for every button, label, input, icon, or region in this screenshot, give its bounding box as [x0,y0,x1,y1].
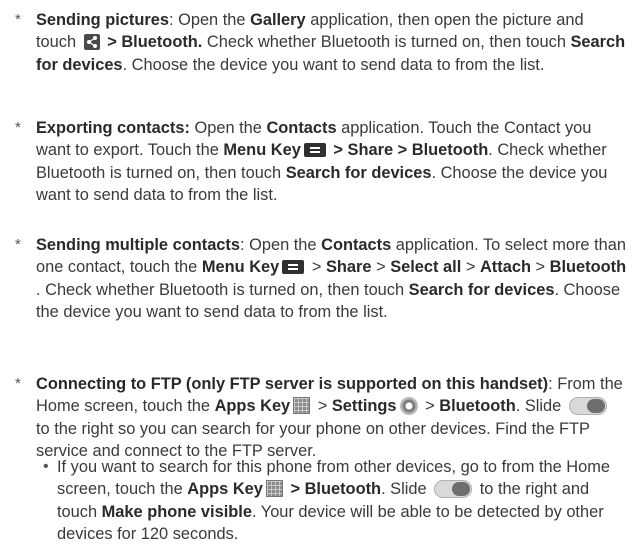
text-run: to the right so you can search for your … [36,419,590,461]
keyword-bluetooth: Bluetooth [549,258,627,277]
text-run: : Open the [240,236,322,254]
item-text: Sending pictures: Open the Gallery appli… [36,9,628,76]
text-run: > [371,258,391,277]
keyword-bluetooth: > Bluetooth [285,480,382,499]
text-run: : Open the [168,11,251,29]
keyword-share-bluetooth: > Share > Bluetooth [328,141,489,160]
item-text: Connecting to FTP (only FTP server is su… [36,373,628,463]
text-run: . Slide [381,480,432,499]
text-run: Check whether Bluetooth is turned on, th… [202,33,571,52]
keyword-menu-key: Menu Key [201,258,280,277]
star-marker: * [15,119,21,136]
bluetooth-toggle-icon [434,480,473,499]
settings-gear-icon [399,397,418,416]
keyword-make-phone-visible: Make phone visible [101,502,252,521]
item-lead: Exporting contacts: [36,119,190,137]
keyword-contacts: Contacts [266,119,337,137]
keyword-apps-key: Apps Key [187,480,263,499]
bullet-marker: • [43,458,49,475]
star-marker: * [15,375,21,392]
menu-key-icon [282,260,305,275]
keyword-search-for-devices: Search for devices [408,280,555,299]
item-lead: Sending pictures [36,11,169,29]
keyword-menu-key: Menu Key [223,141,301,160]
keyword-bluetooth: Bluetooth [439,397,516,416]
apps-key-icon [265,480,283,498]
item-text: If you want to search for this phone fro… [57,456,628,546]
star-marker: * [15,236,21,253]
keyword-apps-key: Apps Key [214,397,291,416]
text-run: > [307,258,326,277]
keyword-attach: Attach [479,258,531,277]
item-text: Sending multiple contacts: Open the Cont… [36,234,628,324]
text-run: . Check whether Bluetooth is turned on, … [36,280,409,299]
apps-key-icon [293,397,311,415]
keyword-search-for-devices: Search for devices [285,163,432,182]
keyword-gallery: Gallery [250,11,306,29]
manual-page: * Sending pictures: Open the Gallery app… [0,0,636,549]
item-lead: Sending multiple contacts [36,236,240,254]
text-run: . Choose the device you want to send dat… [122,55,545,74]
keyword-settings: Settings [331,397,397,416]
text-run: . Slide [515,397,566,416]
text-run: > [461,258,480,277]
text-run: > [313,397,332,416]
keyword-contacts: Contacts [321,236,392,254]
item-text: Exporting contacts: Open the Contacts ap… [36,117,628,207]
text-run: > [530,258,550,277]
share-icon [83,34,100,51]
item-lead: Connecting to FTP (only FTP server is su… [36,375,549,393]
menu-key-icon [303,143,326,158]
keyword-select-all: Select all [390,258,462,277]
star-marker: * [15,11,21,28]
keyword-share: Share [325,258,372,277]
text-run: Open the [189,119,267,137]
bluetooth-toggle-icon [568,397,607,416]
keyword-bluetooth: > Bluetooth. [102,33,203,52]
text-run: > [420,397,440,416]
